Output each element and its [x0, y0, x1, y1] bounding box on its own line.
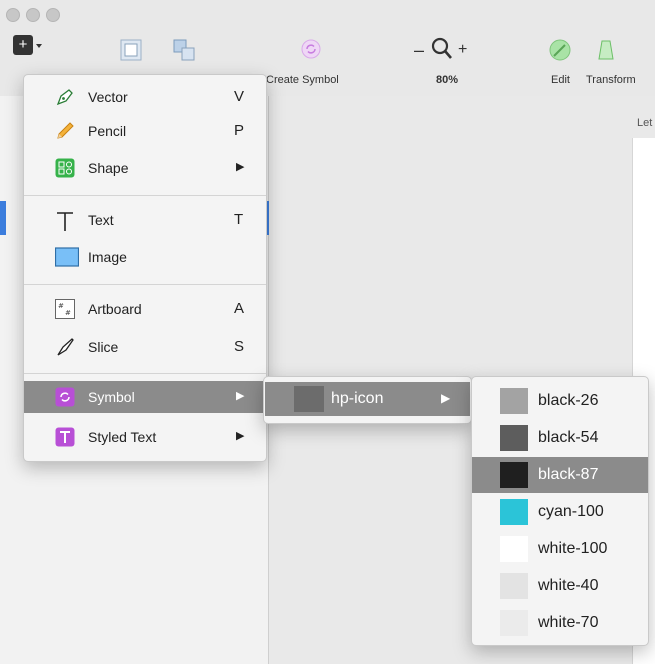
menu-item-shape[interactable]: Shape ▶: [24, 152, 266, 184]
shortcut-key: S: [234, 338, 245, 355]
color-swatch: [500, 388, 528, 414]
color-item-label: white-100: [538, 540, 608, 557]
color-item-label: white-40: [538, 577, 599, 594]
color-item-white-70[interactable]: white-70: [472, 605, 648, 641]
minimize-window-button[interactable]: [26, 8, 40, 22]
transform-label[interactable]: Transform: [586, 74, 636, 86]
group-icon[interactable]: [119, 38, 143, 67]
color-item-label: black-26: [538, 392, 599, 409]
create-symbol-icon[interactable]: [300, 38, 322, 65]
menu-item-image[interactable]: Image: [24, 241, 266, 273]
color-item-label: white-70: [538, 614, 599, 631]
zoom-level: 80%: [436, 74, 459, 86]
zoom-icon: [431, 37, 453, 66]
pencil-icon: [55, 121, 75, 141]
symbol-submenu: hp-icon ▶: [263, 376, 472, 424]
menu-item-label: Artboard: [88, 301, 142, 317]
submenu-arrow-icon: ▶: [236, 430, 245, 442]
symbol-thumbnail: [294, 386, 324, 412]
svg-text:#: #: [65, 309, 71, 317]
color-swatch: [500, 573, 528, 599]
plus-icon: +: [13, 35, 33, 55]
shape-icon: [55, 158, 75, 178]
menu-item-label: Styled Text: [88, 429, 157, 445]
menu-item-label: Text: [88, 212, 114, 228]
menu-separator: [24, 195, 266, 196]
color-item-label: black-54: [538, 429, 599, 446]
color-item-cyan-100[interactable]: cyan-100: [472, 494, 648, 530]
color-symbol-submenu: black-26 black-54 black-87 cyan-100 whit…: [471, 376, 649, 646]
shortcut-key: A: [234, 300, 245, 317]
menu-item-label: Pencil: [88, 123, 127, 139]
menu-item-text[interactable]: Text T: [24, 204, 266, 236]
color-item-label: cyan-100: [538, 503, 604, 520]
color-item-label: black-87: [538, 466, 599, 483]
zoom-in-button[interactable]: +: [458, 41, 467, 59]
edit-label[interactable]: Edit: [551, 74, 570, 86]
submenu-arrow-icon: ▶: [236, 161, 245, 173]
shortcut-key: P: [234, 122, 245, 139]
image-icon: [54, 247, 80, 267]
menu-item-label: Vector: [88, 89, 128, 105]
menu-item-pencil[interactable]: Pencil P: [24, 115, 266, 147]
insert-menu: Vector V Pencil P Shape ▶ Text T Image #…: [23, 74, 267, 462]
menu-item-label: Slice: [88, 339, 119, 355]
color-item-white-40[interactable]: white-40: [472, 568, 648, 604]
menu-item-symbol[interactable]: Symbol ▶: [24, 381, 266, 413]
svg-text:#: #: [58, 302, 64, 310]
submenu-item-label: hp-icon: [331, 390, 384, 407]
menu-item-vector[interactable]: Vector V: [24, 81, 266, 113]
text-icon: [55, 210, 75, 231]
menu-item-slice[interactable]: Slice S: [24, 331, 266, 363]
menu-item-label: Image: [88, 249, 127, 265]
selected-layer-indicator: [0, 201, 6, 235]
color-swatch: [500, 499, 528, 525]
color-swatch: [500, 536, 528, 562]
ungroup-icon[interactable]: [172, 38, 196, 67]
color-item-black-54[interactable]: black-54: [472, 420, 648, 456]
vector-pen-icon: [55, 87, 75, 107]
menu-item-artboard[interactable]: # # Artboard A: [24, 293, 266, 325]
menu-separator: [24, 284, 266, 285]
insert-button[interactable]: +: [13, 35, 47, 61]
color-item-white-100[interactable]: white-100: [472, 531, 648, 567]
shortcut-key: V: [234, 88, 245, 105]
slice-knife-icon: [55, 337, 75, 357]
color-item-black-87[interactable]: black-87: [472, 457, 648, 493]
styled-text-icon: [55, 427, 75, 447]
color-swatch: [500, 462, 528, 488]
transform-icon[interactable]: [594, 38, 618, 67]
submenu-item-hp-icon[interactable]: hp-icon ▶: [265, 382, 470, 416]
color-item-black-26[interactable]: black-26: [472, 383, 648, 419]
menu-separator: [24, 373, 266, 374]
menu-item-label: Symbol: [88, 389, 135, 405]
artboard-label[interactable]: Let: [637, 117, 652, 129]
close-window-button[interactable]: [6, 8, 20, 22]
menu-item-styled-text[interactable]: Styled Text ▶: [24, 421, 266, 453]
shortcut-key: T: [234, 211, 244, 228]
zoom-out-button[interactable]: –: [414, 40, 424, 61]
menu-item-label: Shape: [88, 160, 129, 176]
submenu-arrow-icon: ▶: [236, 390, 245, 402]
color-swatch: [500, 610, 528, 636]
chevron-down-icon: [36, 44, 42, 48]
color-swatch: [500, 425, 528, 451]
create-symbol-label[interactable]: Create Symbol: [266, 74, 339, 86]
zoom-window-button[interactable]: [46, 8, 60, 22]
symbol-icon: [55, 387, 75, 407]
edit-icon[interactable]: [548, 38, 572, 67]
submenu-arrow-icon: ▶: [441, 391, 451, 405]
artboard-icon: # #: [55, 299, 75, 319]
